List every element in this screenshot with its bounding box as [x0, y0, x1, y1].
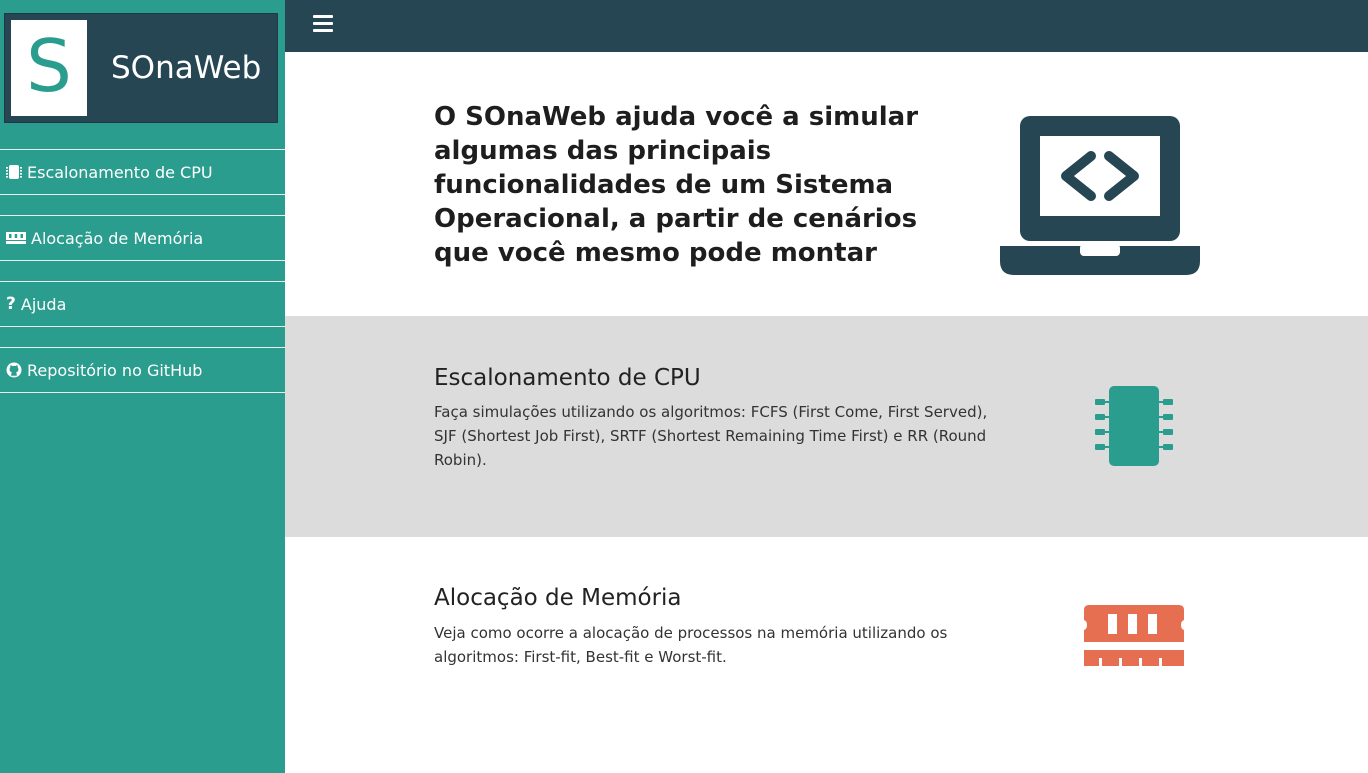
memory-icon	[6, 231, 26, 245]
github-icon	[6, 362, 22, 378]
cpu-section: Escalonamento de CPU Faça simulações uti…	[285, 316, 1368, 537]
cpu-section-title: Escalonamento de CPU	[434, 365, 701, 391]
topbar	[285, 0, 1368, 52]
sidebar-item-label: Repositório no GitHub	[27, 360, 203, 380]
sidebar-item-cpu-scheduling[interactable]: Escalonamento de CPU	[0, 149, 285, 195]
microchip-icon	[6, 164, 22, 180]
brand-name: SOnaWeb	[111, 50, 262, 86]
logo[interactable]: S SOnaWeb	[4, 13, 278, 123]
microchip-icon	[1095, 386, 1173, 466]
cpu-section-text: Faça simulações utilizando os algoritmos…	[434, 403, 988, 469]
logo-badge: S	[11, 20, 87, 116]
sidebar-item-github[interactable]: Repositório no GitHub	[0, 347, 285, 393]
hamburger-icon[interactable]	[313, 15, 333, 33]
question-icon: ?	[6, 294, 16, 314]
sidebar-item-label: Escalonamento de CPU	[27, 162, 213, 182]
laptop-code-icon	[1000, 116, 1200, 275]
logo-letter: S	[26, 24, 72, 108]
memory-section: Alocação de Memória Veja como ocorre a a…	[285, 537, 1368, 773]
sidebar-item-help[interactable]: ? Ajuda	[0, 281, 285, 327]
sidebar-item-label: Alocação de Memória	[31, 228, 204, 248]
sidebar-item-label: Ajuda	[20, 294, 67, 314]
sidebar-item-memory-allocation[interactable]: Alocação de Memória	[0, 215, 285, 261]
sidebar: S SOnaWeb Escalonamento de CPU Alocação …	[0, 0, 285, 773]
memory-section-title: Alocação de Memória	[434, 585, 682, 611]
hero-section: O SOnaWeb ajuda você a simular algumas d…	[285, 52, 1368, 316]
memory-icon	[1084, 605, 1184, 666]
hero-title: O SOnaWeb ajuda você a simular algumas d…	[434, 102, 919, 268]
memory-section-text: Veja como ocorre a alocação de processos…	[434, 624, 948, 666]
